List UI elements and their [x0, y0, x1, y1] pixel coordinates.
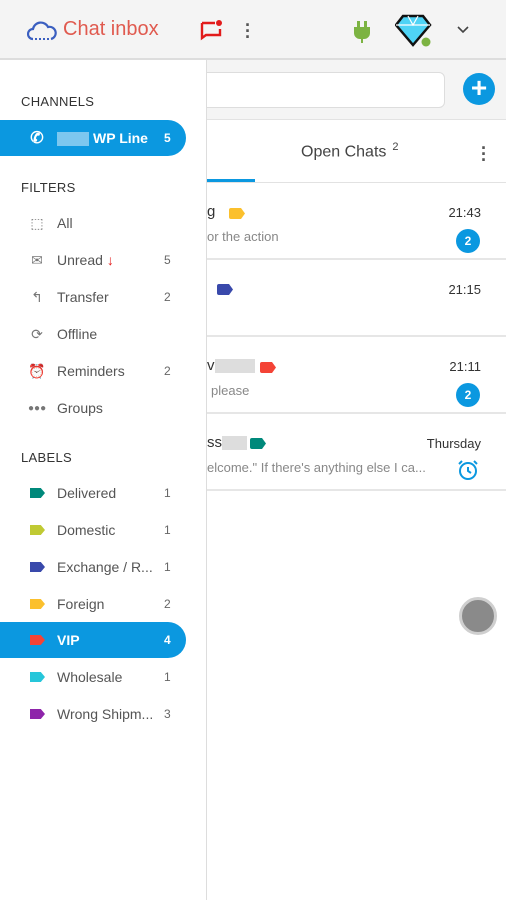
item-label: Foreign — [57, 596, 105, 612]
chat-row[interactable]: g or the action 21:43 2 — [207, 183, 506, 260]
app-logo[interactable]: Chat inbox — [27, 18, 159, 41]
sidebar-item-label[interactable]: Domestic 1 — [0, 512, 186, 548]
more-vert-icon[interactable]: · · · — [245, 16, 251, 46]
unread-badge: 2 — [456, 383, 480, 407]
item-count: 2 — [164, 290, 171, 304]
labels-heading: LABELS — [21, 450, 72, 465]
sidebar-item-groups[interactable]: ●●● Groups — [0, 390, 186, 426]
channel-count: 5 — [164, 131, 171, 145]
item-count: 1 — [164, 560, 171, 574]
plus-icon[interactable]: + — [463, 73, 495, 105]
chat-name: g — [207, 203, 216, 220]
chat-preview: or the action — [207, 229, 279, 244]
label-tag-icon — [30, 672, 45, 682]
tab-open-chats[interactable]: Open Chats 2 — [301, 141, 399, 161]
channel-label: WP Line — [57, 130, 148, 147]
filters-heading: FILTERS — [21, 180, 76, 195]
sidebar-item-unread[interactable]: ✉ Unread ↓ 5 — [0, 242, 186, 278]
item-count: 1 — [164, 523, 171, 537]
sidebar-item-label[interactable]: Wholesale 1 — [0, 659, 186, 695]
chat-preview: elcome." If there's anything else I ca..… — [207, 460, 426, 475]
sidebar-item-label[interactable]: VIP 4 — [0, 622, 186, 658]
item-count: 3 — [164, 707, 171, 721]
cloud-logo-icon — [27, 20, 57, 40]
chat-alert-icon[interactable] — [199, 19, 223, 43]
item-label: VIP — [57, 632, 80, 648]
plug-icon[interactable] — [353, 19, 371, 43]
mail-icon: ✉ — [31, 251, 43, 268]
channels-heading: CHANNELS — [21, 94, 95, 109]
chat-row[interactable]: v please 21:11 2 — [207, 337, 506, 414]
tab-count: 2 — [392, 141, 399, 153]
label-tag-icon — [30, 488, 45, 498]
chevron-down-icon[interactable] — [457, 26, 469, 34]
item-label: Unread ↓ — [57, 252, 114, 268]
label-tag-icon — [250, 438, 266, 449]
label-tag-icon — [30, 599, 45, 609]
chat-preview: please — [211, 383, 250, 398]
alarm-icon — [458, 460, 478, 480]
all-icon: ⬚ — [30, 214, 44, 231]
chat-row[interactable]: ss elcome." If there's anything else I c… — [207, 414, 506, 491]
groups-icon: ●●● — [28, 402, 47, 414]
label-tag-icon — [217, 284, 233, 295]
chat-row[interactable]: 21:15 — [207, 260, 506, 337]
sidebar-item-all[interactable]: ⬚ All — [0, 205, 186, 241]
item-label: Exchange / R... — [57, 559, 153, 575]
sidebar-item-reminders[interactable]: ⏰ Reminders 2 — [0, 353, 186, 389]
item-label: Wholesale — [57, 669, 123, 685]
sidebar-item-channel[interactable]: ✆ WP Line 5 — [0, 120, 186, 156]
item-count: 1 — [164, 670, 171, 684]
item-label: All — [57, 215, 73, 231]
sidebar: CHANNELS ✆ WP Line 5 FILTERS ⬚ All ✉ Unrea… — [0, 60, 207, 900]
sidebar-item-offline[interactable]: ⟳ Offline — [0, 316, 186, 352]
item-label: Reminders — [57, 363, 125, 379]
label-tag-icon — [30, 709, 45, 719]
item-label: Transfer — [57, 289, 109, 305]
chat-time: 21:11 — [449, 359, 481, 374]
label-tag-icon — [30, 562, 45, 572]
chat-name: ss — [207, 434, 247, 451]
item-label: Groups — [57, 400, 103, 416]
item-count: 2 — [164, 364, 171, 378]
sidebar-item-label[interactable]: Wrong Shipm... 3 — [0, 696, 186, 732]
item-count: 2 — [164, 597, 171, 611]
sidebar-item-label[interactable]: Delivered 1 — [0, 475, 186, 511]
item-count: 1 — [164, 486, 171, 500]
item-label: Delivered — [57, 485, 117, 501]
arrow-down-icon: ↓ — [106, 252, 114, 268]
label-tag-icon — [30, 635, 45, 645]
sidebar-item-label[interactable]: Exchange / R... 1 — [0, 549, 186, 585]
chat-name: v — [207, 357, 255, 374]
item-label: Wrong Shipm... — [57, 706, 154, 722]
item-label: Domestic — [57, 522, 116, 538]
item-count: 5 — [164, 253, 171, 267]
app-title: Chat inbox — [63, 18, 159, 40]
sidebar-item-label[interactable]: Foreign 2 — [0, 586, 186, 622]
whatsapp-icon: ✆ — [30, 130, 44, 147]
alarm-icon: ⏰ — [28, 362, 46, 379]
sidebar-item-transfer[interactable]: ↰ Transfer 2 — [0, 279, 186, 315]
chat-time: Thursday — [426, 436, 481, 451]
label-tag-icon — [229, 208, 245, 219]
diamond-icon[interactable] — [395, 13, 433, 49]
sync-icon: ⟳ — [31, 325, 43, 342]
floating-action-button[interactable] — [459, 597, 497, 635]
top-bar: Chat inbox · · · — [0, 0, 506, 60]
reply-icon: ↰ — [31, 288, 43, 305]
item-count: 4 — [164, 633, 171, 647]
label-tag-icon — [30, 525, 45, 535]
chat-time: 21:15 — [448, 282, 481, 297]
label-tag-icon — [260, 362, 276, 373]
tab-label: Open Chats — [301, 143, 387, 161]
item-label: Offline — [57, 326, 98, 342]
more-vert-icon[interactable]: · · · — [481, 139, 487, 169]
unread-badge: 2 — [456, 229, 480, 253]
chat-time: 21:43 — [448, 205, 481, 220]
